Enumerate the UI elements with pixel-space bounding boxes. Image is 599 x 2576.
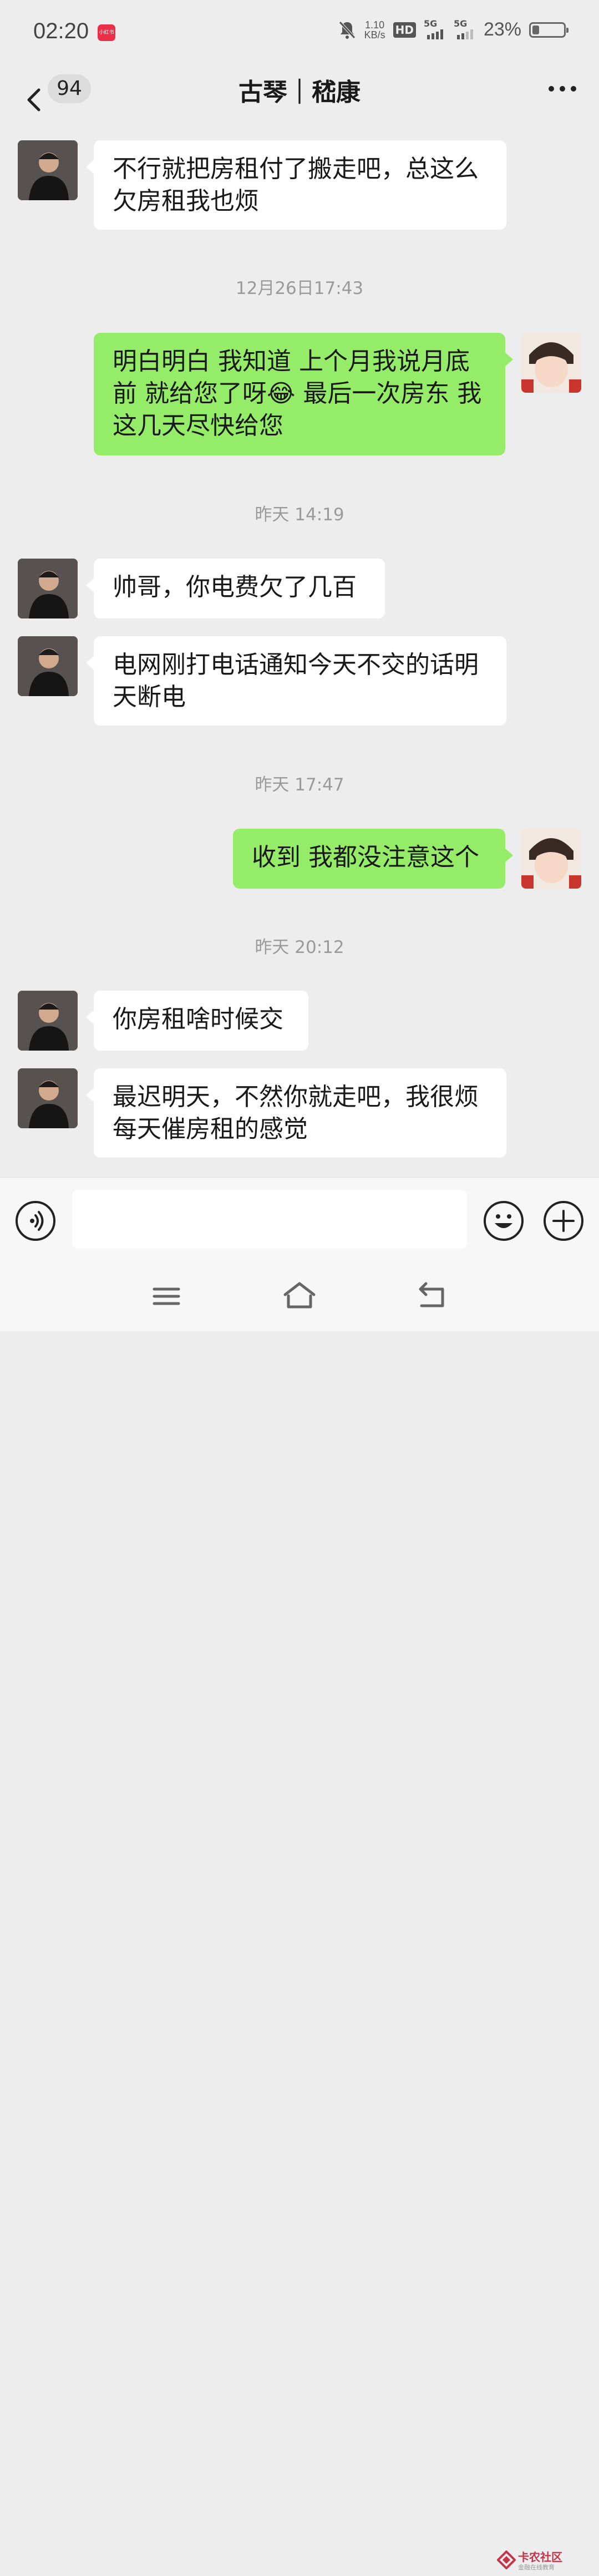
signal-bars-icon [427,29,443,39]
voice-icon [30,1211,44,1231]
emoji-icon [495,1214,512,1228]
app-notification-icon: 小红书 [98,24,115,41]
battery-icon [529,22,568,38]
battery-percent: 23% [483,19,521,40]
watermark-name: 卡农社区 [518,2550,562,2564]
net-speed: 1.10 KB/s [364,20,385,40]
message-bubble-sent[interactable]: 明白明白 我知道 上个月我说月底前 就给您了呀😂 最后一次房东 我这几天尽快给您 [94,333,513,455]
signal-2: 5G [453,18,476,39]
input-bar [0,1177,599,1264]
menu-icon[interactable] [150,1282,183,1310]
signal-1: 5G [423,18,446,39]
status-right-group: 1.10 KB/s HD 5G 5G 23% [338,18,568,40]
timestamp: 12月26日17:43 [235,278,364,298]
watermark-mark-icon [497,2550,516,2569]
message-bubble-sent[interactable]: 收到 我都没注意这个 [233,829,513,889]
avatar-photo [521,829,581,889]
status-bar: 02:20 小红书 1.10 KB/s HD 5G 5G 23% [0,0,599,67]
contact-avatar[interactable] [18,636,78,696]
chat-title: 古琴｜嵇康 [238,78,361,107]
contact-avatar[interactable] [18,140,78,200]
timestamp: 昨天 20:12 [255,937,344,957]
mute-bell-icon [338,21,356,39]
home-icon[interactable] [282,1280,317,1311]
net-speed-unit: KB/s [364,29,385,40]
net-speed-value: 1.10 [365,19,385,31]
message-bubble-received[interactable]: 帅哥，你电费欠了几百 [86,559,385,618]
timestamp: 昨天 17:47 [255,775,344,795]
contact-avatar[interactable] [18,991,78,1051]
my-avatar[interactable] [521,333,581,393]
avatar-photo [18,636,78,696]
watermark-logo: 卡农社区 金融在线教育 [497,2545,569,2576]
avatar-photo [521,333,581,393]
emoji-button[interactable] [484,1201,524,1241]
avatar-photo [18,140,78,200]
contact-avatar[interactable] [18,1068,78,1128]
signal-bars-2-icon [456,29,473,39]
message-bubble-received[interactable]: 你房租啥时候交 [86,991,308,1051]
message-input[interactable] [72,1190,467,1249]
contact-avatar[interactable] [18,559,78,618]
system-nav-bar: 卡农社区 金融在线教育 [0,1264,599,2571]
avatar-photo [18,991,78,1051]
avatar-photo [18,559,78,618]
watermark-tagline: 金融在线教育 [518,2564,555,2571]
my-avatar[interactable] [521,829,581,889]
back-nav-icon[interactable] [416,1280,449,1311]
network-type-1: 5G [423,18,438,29]
more-options-icon[interactable] [546,78,579,100]
more-functions-button[interactable] [544,1201,583,1241]
message-bubble-received[interactable]: 电网刚打电话通知今天不交的话明天断电 [86,636,506,726]
status-time: 02:20 [33,19,89,43]
plus-icon [552,1210,575,1232]
timestamp: 昨天 14:19 [255,505,344,525]
network-type-2: 5G [453,18,468,29]
voice-input-button[interactable] [16,1201,55,1241]
hd-voice-icon: HD [393,22,416,38]
message-bubble-received[interactable]: 最迟明天，不然你就走吧，我很烦每天催房租的感觉 [86,1068,506,1158]
message-bubble-received[interactable]: 不行就把房租付了搬走吧，总这么欠房租我也烦 [86,140,506,230]
avatar-photo [18,1068,78,1128]
